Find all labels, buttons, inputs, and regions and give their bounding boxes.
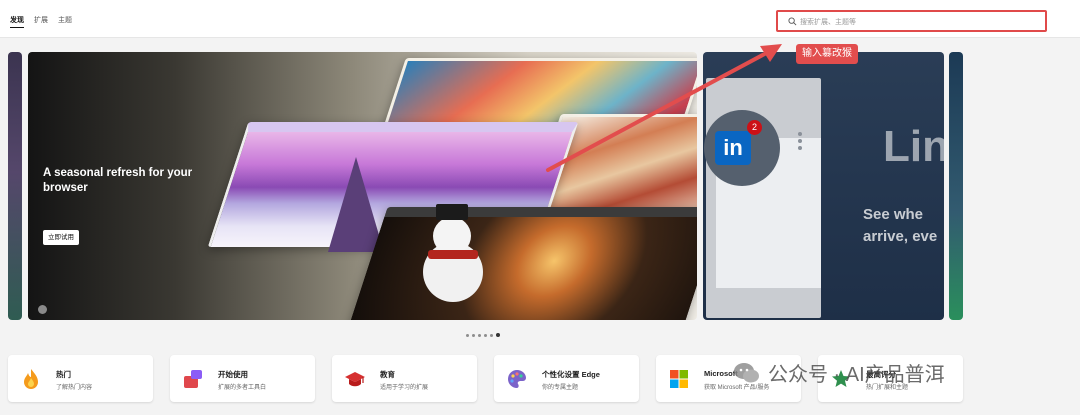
getting-started-icon — [182, 368, 204, 390]
category-title: 个性化设置 Edge — [542, 370, 600, 379]
search-icon — [788, 17, 797, 26]
carousel-dot[interactable] — [466, 333, 469, 337]
category-card[interactable]: 个性化设置 Edge 你的专属主题 — [494, 355, 639, 402]
microsoft-logo-icon — [668, 368, 690, 390]
hero-artwork-snowman-scene — [348, 207, 697, 320]
category-title: 教育 — [380, 370, 395, 379]
category-subtitle: 扩展的多者工具白 — [218, 385, 267, 391]
tab-extensions[interactable]: 扩展 — [34, 15, 48, 28]
linkedin-promo-card[interactable]: in 2 Lin See whe arrive, eve — [703, 52, 944, 320]
watermark: 公众号 · AI产品普洱 — [733, 358, 945, 387]
pause-control-icon[interactable] — [38, 305, 47, 314]
category-subtitle: 你的专属主题 — [542, 385, 579, 391]
carousel-dot[interactable] — [496, 333, 500, 337]
carousel-dot[interactable] — [472, 333, 475, 337]
snowman-scarf — [428, 250, 478, 259]
carousel-indicators — [466, 333, 500, 337]
carousel-next-card[interactable] — [949, 52, 963, 320]
tab-themes[interactable]: 主题 — [58, 15, 72, 28]
top-bar: 发现 扩展 主题 — [0, 0, 1080, 38]
category-subtitle: 了解热门内容 — [56, 385, 93, 391]
category-card[interactable]: 开始使用扩展的多者工具白 — [170, 355, 315, 402]
notification-badge: 2 — [747, 120, 762, 135]
nav-tabs: 发现 扩展 主题 — [10, 15, 72, 28]
linkedin-subtext: See whe arrive, eve — [863, 204, 937, 248]
search-box[interactable] — [776, 10, 1047, 32]
wechat-icon — [734, 362, 759, 382]
category-title: 热门 — [56, 370, 71, 379]
category-subtitle: 适用于学习的扩展 — [380, 385, 429, 391]
snowman-hat — [436, 204, 468, 220]
hero-artwork-tree — [328, 157, 384, 252]
tab-discover[interactable]: 发现 — [10, 15, 24, 28]
try-now-button[interactable]: 立即试用 — [43, 230, 79, 245]
category-card[interactable]: 热门 了解热门内容 — [8, 355, 153, 402]
linkedin-logo-icon: in — [715, 131, 751, 165]
watermark-text: 公众号 · AI产品普洱 — [768, 364, 945, 386]
palette-icon — [506, 368, 528, 390]
category-card[interactable]: 教育适用于学习的扩展 — [332, 355, 477, 402]
annotation-label: 输入篡改猴 — [796, 44, 858, 64]
carousel-dot[interactable] — [490, 333, 493, 337]
linkedin-subtext-line-2: arrive, eve — [863, 228, 938, 245]
category-title: 开始使用 — [218, 370, 248, 379]
linkedin-subtext-line-1: See whe — [863, 206, 924, 223]
edge-addons-page: 发现 扩展 主题 A seasonal refresh for your bro… — [0, 0, 1080, 415]
hero-banner[interactable]: A seasonal refresh for your browser 立即试用 — [28, 52, 697, 320]
more-dots-icon — [798, 132, 802, 153]
search-input[interactable] — [800, 15, 1030, 29]
hero-title: A seasonal refresh for your browser — [43, 167, 193, 194]
flame-icon — [20, 368, 42, 390]
carousel-dot[interactable] — [478, 333, 481, 337]
linkedin-headline: Lin — [883, 122, 944, 171]
graduation-cap-icon — [344, 368, 366, 390]
carousel-dot[interactable] — [484, 333, 487, 337]
carousel-prev-card[interactable] — [8, 52, 22, 320]
